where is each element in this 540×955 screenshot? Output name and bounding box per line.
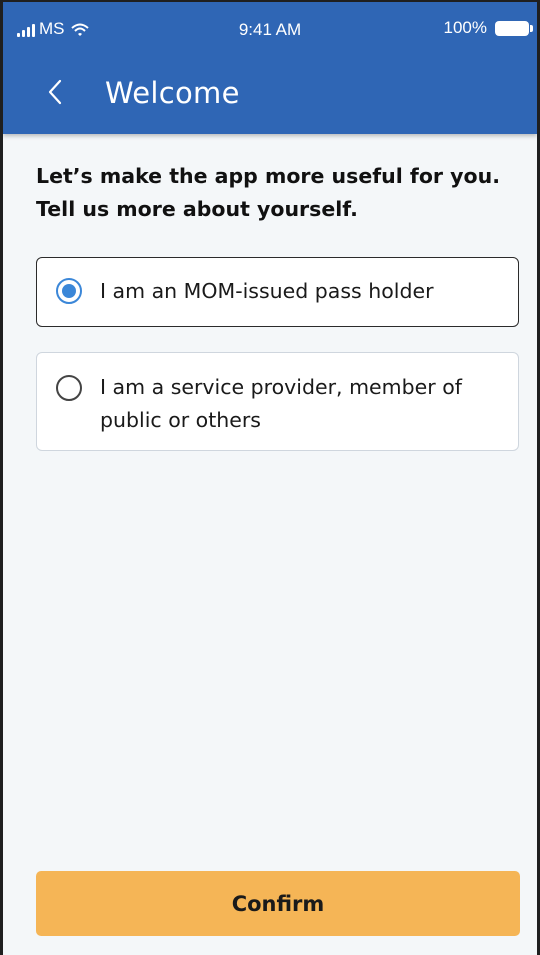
status-right: 100% <box>443 18 533 38</box>
option-label: I am an MOM-issued pass holder <box>100 279 434 303</box>
option-pass-holder[interactable]: I am an MOM-issued pass holder <box>36 257 519 327</box>
nav-bar: Welcome <box>3 58 537 134</box>
chevron-left-icon <box>47 79 63 109</box>
status-bar: MS 9:41 AM 100% <box>3 2 537 58</box>
back-button[interactable] <box>33 72 77 116</box>
phone-screen: MS 9:41 AM 100% Welcome Let’s make the a… <box>0 0 540 955</box>
radio-unselected-icon[interactable] <box>56 375 82 401</box>
page-title: Welcome <box>105 76 240 110</box>
option-service-provider[interactable]: I am a service provider, member of publi… <box>36 352 519 451</box>
intro-line-2: Tell us more about yourself. <box>36 197 358 221</box>
option-label: I am a service provider, member of publi… <box>100 375 462 432</box>
app-header: MS 9:41 AM 100% Welcome <box>3 2 537 134</box>
battery-icon <box>495 20 533 36</box>
intro-line-1: Let’s make the app more useful for you. <box>36 164 501 188</box>
battery-percent: 100% <box>443 18 487 37</box>
confirm-button[interactable]: Confirm <box>36 871 520 936</box>
radio-selected-icon[interactable] <box>56 278 82 304</box>
intro-text: Let’s make the app more useful for you. … <box>36 160 516 226</box>
